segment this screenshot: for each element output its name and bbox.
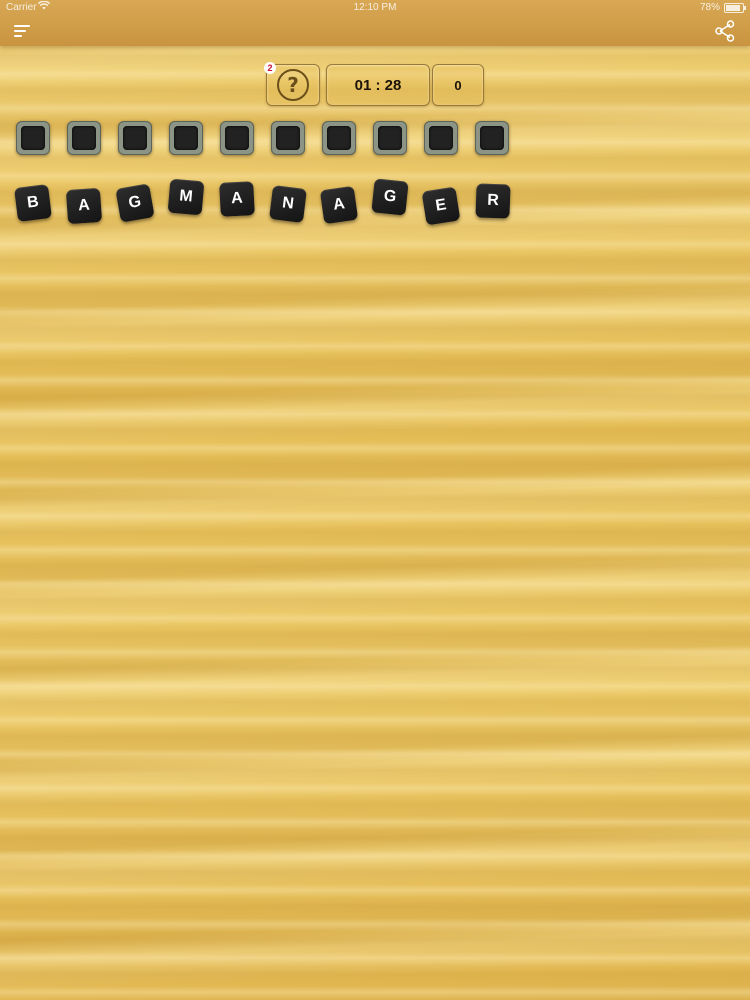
- letter-tile[interactable]: R: [475, 183, 511, 219]
- top-bar: Carrier 12:10 PM 78%: [0, 0, 750, 46]
- battery-percent: 78%: [699, 2, 720, 13]
- share-icon[interactable]: [714, 20, 736, 42]
- answer-slot-well: [480, 126, 504, 150]
- letter-tile[interactable]: G: [371, 178, 409, 216]
- answer-slot-well: [72, 126, 96, 150]
- answer-slot-well: [378, 126, 402, 150]
- answer-slot-well: [327, 126, 351, 150]
- game-screen: Carrier 12:10 PM 78% ? 2 01: 28 0 B A G…: [0, 0, 750, 1000]
- letter-tile[interactable]: A: [219, 181, 255, 217]
- answer-slot[interactable]: [169, 121, 203, 155]
- letter-tile[interactable]: B: [14, 184, 52, 222]
- answer-slot-well: [174, 126, 198, 150]
- answer-slot-well: [123, 126, 147, 150]
- answer-slot-well: [225, 126, 249, 150]
- letter-tile[interactable]: A: [319, 185, 359, 225]
- letter-tile[interactable]: M: [167, 178, 205, 216]
- hamburger-menu-icon[interactable]: [14, 24, 30, 38]
- answer-slot[interactable]: [67, 121, 101, 155]
- letter-tile[interactable]: A: [65, 187, 103, 225]
- battery-icon: [724, 3, 746, 13]
- timer-display: 01 : 28: [326, 64, 430, 106]
- status-time: 12:10 PM: [353, 2, 397, 13]
- answer-slot[interactable]: [322, 121, 356, 155]
- answer-slot[interactable]: [16, 121, 50, 155]
- answer-slot-well: [429, 126, 453, 150]
- answer-slot[interactable]: [424, 121, 458, 155]
- letter-tile[interactable]: N: [269, 185, 307, 223]
- score-display: 0: [432, 64, 484, 106]
- answer-slot[interactable]: [373, 121, 407, 155]
- answer-slot[interactable]: [220, 121, 254, 155]
- letter-tile[interactable]: E: [421, 186, 461, 226]
- answer-slot-well: [21, 126, 45, 150]
- answer-slot[interactable]: [118, 121, 152, 155]
- answer-slot-well: [276, 126, 300, 150]
- letter-tile[interactable]: G: [115, 183, 155, 223]
- answer-slot[interactable]: [271, 121, 305, 155]
- question-mark-icon: ?: [277, 69, 309, 101]
- answer-slot[interactable]: [475, 121, 509, 155]
- hints-remaining-badge: 2: [264, 62, 276, 74]
